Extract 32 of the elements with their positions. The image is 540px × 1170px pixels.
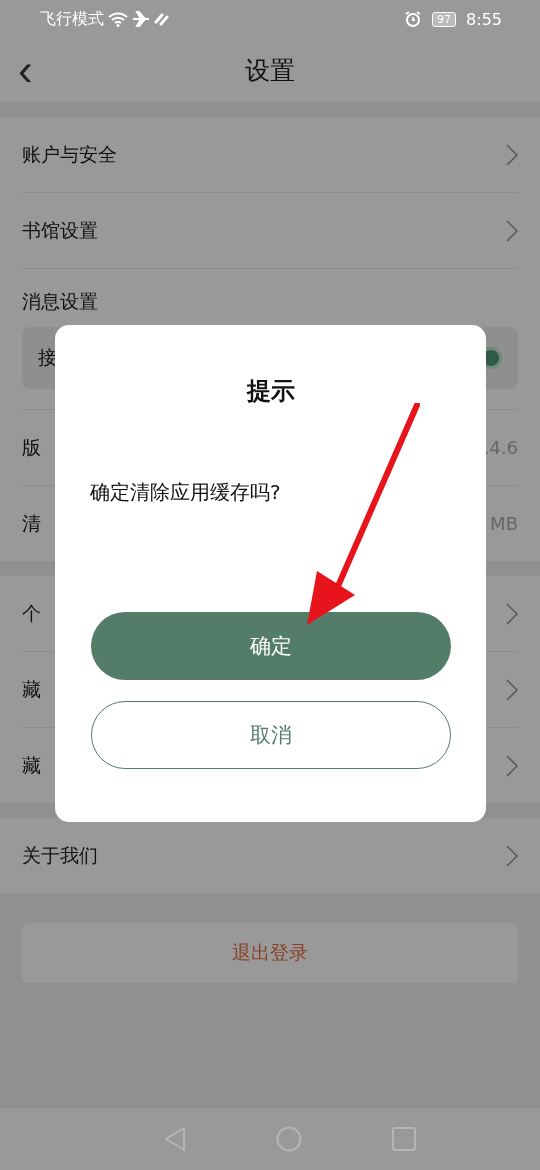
row-label[interactable]: 个	[22, 600, 41, 627]
alarm-icon	[404, 10, 423, 28]
recents-nav-icon[interactable]	[392, 1127, 416, 1151]
airplane-icon	[132, 11, 150, 27]
row-label[interactable]: 书馆设置	[22, 217, 98, 244]
confirm-button[interactable]: 确定	[90, 612, 451, 680]
chevron-icon	[506, 219, 518, 242]
page-title: 设置	[245, 54, 295, 87]
home-nav-icon[interactable]	[276, 1126, 302, 1152]
chevron-icon	[506, 844, 518, 867]
signal-icon	[154, 12, 170, 26]
row-label[interactable]: 藏	[22, 676, 41, 703]
status-text: 飞行模式	[40, 8, 104, 30]
chevron-icon	[506, 602, 518, 625]
dialog-message: 确定清除应用缓存吗?	[90, 479, 281, 506]
chevron-icon	[506, 754, 518, 777]
battery-indicator: 97	[432, 11, 457, 27]
row-label[interactable]: 版	[22, 434, 41, 461]
option-label: 接	[38, 345, 57, 370]
chevron-icon	[506, 143, 518, 166]
row-label[interactable]: 关于我们	[22, 842, 98, 869]
row-label[interactable]: 账户与安全	[22, 141, 117, 168]
cancel-button[interactable]: 取消	[90, 701, 451, 769]
clock-time: 8:55	[466, 9, 502, 29]
wifi-icon	[108, 11, 128, 27]
back-nav-icon[interactable]	[164, 1126, 186, 1152]
back-button[interactable]: ‹	[14, 48, 37, 92]
row-label[interactable]: 清	[22, 510, 41, 537]
chevron-icon	[506, 678, 518, 701]
dialog-title: 提示	[246, 376, 295, 407]
row-label[interactable]: 藏	[22, 752, 41, 779]
section-label: 消息设置	[22, 289, 99, 314]
